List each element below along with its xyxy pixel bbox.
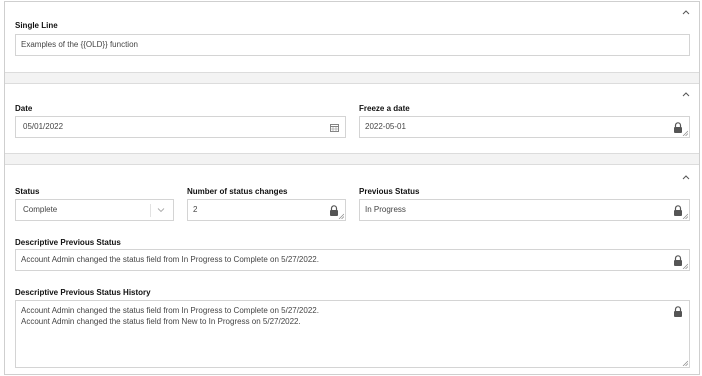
- single-line-input[interactable]: Examples of the {{OLD}} function: [15, 34, 690, 56]
- single-line-label: Single Line: [15, 21, 58, 30]
- section-divider: [5, 153, 699, 165]
- date-input[interactable]: 05/01/2022: [15, 116, 346, 138]
- status-select[interactable]: Complete: [15, 199, 174, 221]
- form-panel: Single Line Examples of the {{OLD}} func…: [4, 1, 700, 375]
- resize-grip-icon[interactable]: [682, 263, 688, 269]
- collapse-section-2-icon[interactable]: [681, 90, 691, 98]
- status-label: Status: [15, 187, 40, 196]
- status-changes-label: Number of status changes: [187, 187, 288, 196]
- status-history-field: Account Admin changed the status field f…: [15, 300, 690, 368]
- freeze-date-label: Freeze a date: [359, 104, 410, 113]
- previous-status-label: Previous Status: [359, 187, 420, 196]
- descriptive-status-label: Descriptive Previous Status: [15, 238, 121, 247]
- date-label: Date: [15, 104, 33, 113]
- collapse-section-3-icon[interactable]: [681, 173, 691, 181]
- resize-grip-icon[interactable]: [682, 130, 688, 136]
- descriptive-status-field: Account Admin changed the status field f…: [15, 249, 690, 271]
- chevron-down-icon[interactable]: [157, 207, 165, 213]
- status-changes-field: 2: [187, 199, 346, 221]
- collapse-section-1-icon[interactable]: [681, 8, 691, 16]
- previous-status-field: In Progress: [359, 199, 690, 221]
- resize-grip-icon[interactable]: [682, 360, 688, 366]
- status-history-label: Descriptive Previous Status History: [15, 288, 151, 297]
- history-line: Account Admin changed the status field f…: [21, 306, 319, 315]
- history-line: Account Admin changed the status field f…: [21, 317, 301, 326]
- lock-icon: [674, 306, 682, 317]
- freeze-date-field: 2022-05-01: [359, 116, 690, 138]
- resize-grip-icon[interactable]: [682, 213, 688, 219]
- calendar-icon[interactable]: [330, 123, 339, 132]
- section-divider: [5, 72, 699, 84]
- resize-grip-icon[interactable]: [338, 213, 344, 219]
